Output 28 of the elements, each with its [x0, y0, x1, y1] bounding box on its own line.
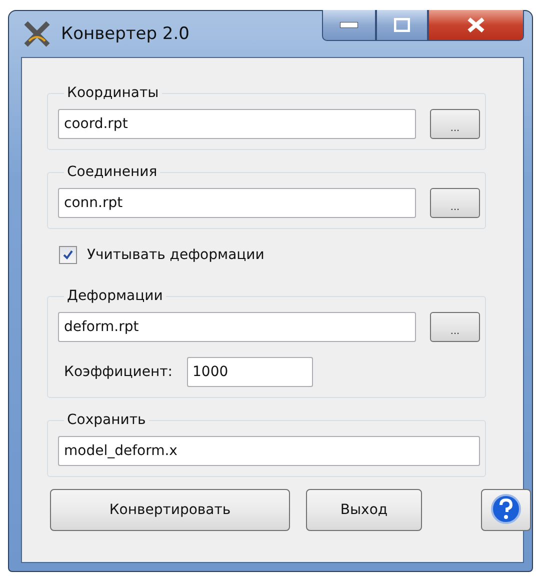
help-icon: [490, 493, 522, 525]
file-path-field[interactable]: conn.rpt: [58, 188, 416, 218]
close-button[interactable]: [428, 10, 524, 41]
group-label: Сохранить: [64, 411, 149, 429]
minimize-icon: [340, 22, 358, 28]
window-title: Конвертер 2.0: [61, 24, 190, 44]
maximize-button[interactable]: [376, 10, 428, 41]
file-path-field[interactable]: deform.rpt: [58, 312, 416, 342]
help-button[interactable]: [481, 489, 531, 531]
dialog-button[interactable]: Конвертировать: [50, 489, 290, 531]
browse-button[interactable]: ...: [430, 109, 480, 139]
maximize-icon: [394, 18, 410, 32]
browse-button[interactable]: ...: [430, 188, 480, 218]
file-path-field[interactable]: model_deform.x: [58, 436, 480, 466]
checkmark-icon: [62, 249, 74, 261]
browse-button[interactable]: ...: [430, 312, 480, 342]
close-icon: [466, 17, 486, 33]
factor-field[interactable]: 1000: [186, 357, 312, 387]
checkbox[interactable]: [59, 246, 77, 264]
group-label: Деформации: [64, 287, 166, 305]
dialog-button[interactable]: Выход: [306, 489, 422, 531]
group-label: Соединения: [64, 163, 160, 181]
file-path-field[interactable]: coord.rpt: [58, 109, 416, 139]
factor-label: Коэффициент:: [64, 364, 172, 380]
app-logo-icon: [23, 21, 51, 47]
checkbox-label: Учитывать деформации: [87, 247, 264, 263]
minimize-button[interactable]: [322, 10, 376, 41]
group-label: Координаты: [64, 84, 162, 102]
